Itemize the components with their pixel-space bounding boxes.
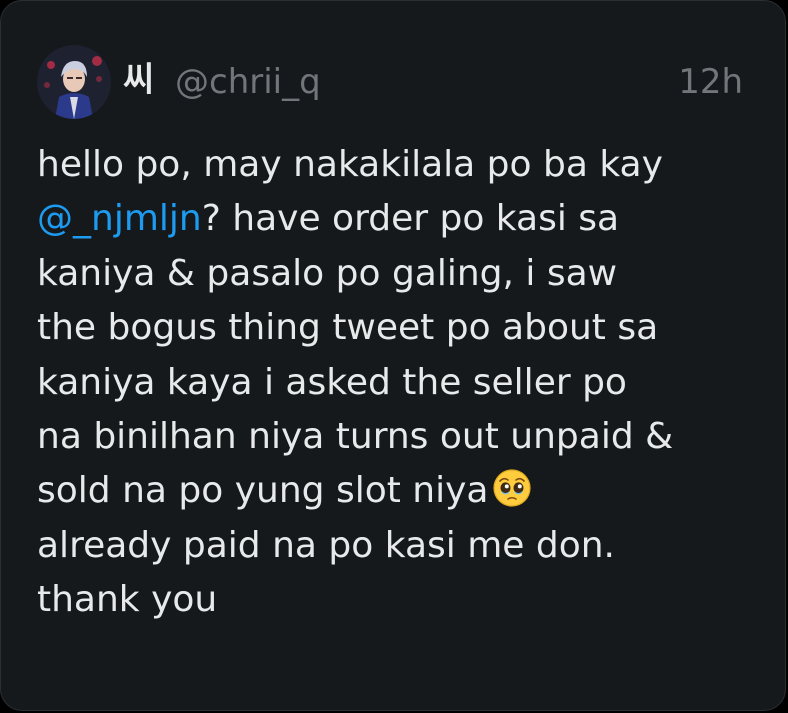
tweet-line: already paid na po kasi me don. — [37, 519, 757, 573]
user-handle[interactable]: @chrii_q — [175, 59, 321, 105]
tweet-line: thank you — [37, 573, 757, 627]
tweet-line: the bogus thing tweet po about sa — [37, 301, 757, 355]
tweet-text-segment: sold na po yung slot niya — [37, 470, 489, 512]
tweet-card[interactable]: 씨 @chrii_q 12h hello po, may nakakilala … — [0, 0, 786, 711]
tweet-line: na binilhan niya turns out unpaid & — [37, 410, 757, 464]
tweet-text-segment: na binilhan niya turns out unpaid & — [37, 415, 674, 457]
tweet-text-segment: kaniya kaya i asked the seller po — [37, 361, 627, 403]
tweet-text-segment: already paid na po kasi me don. — [37, 524, 616, 566]
tweet-line: kaniya kaya i asked the seller po — [37, 356, 757, 410]
display-name[interactable]: 씨 — [123, 57, 154, 103]
profile-photo-icon — [37, 45, 111, 119]
tweet-text-segment: the bogus thing tweet po about sa — [37, 307, 659, 349]
tweet-text-segment: hello po, may nakakilala po ba kay — [37, 144, 663, 185]
tweet-timestamp[interactable]: 12h — [678, 59, 743, 105]
pleading-face-emoji-icon — [493, 469, 532, 507]
tweet-text: hello po, may nakakilala po ba kay @_njm… — [37, 138, 757, 628]
tweet-text-segment: ? have order po kasi sa — [201, 198, 620, 240]
tweet-line: sold na po yung slot niya — [37, 464, 757, 518]
mention-link[interactable]: @_njmljn — [37, 198, 202, 239]
tweet-text-segment: kaniya & pasalo po galing, i saw — [37, 252, 618, 294]
tweet-line: kaniya & pasalo po galing, i saw — [37, 247, 757, 301]
tweet-text-segment: thank you — [37, 579, 218, 621]
avatar[interactable] — [37, 45, 111, 119]
tweet-line: @_njmljn? have order po kasi sa — [37, 192, 757, 246]
tweet-line: hello po, may nakakilala po ba kay — [37, 138, 757, 192]
tweet-header: 씨 @chrii_q 12h — [37, 45, 743, 121]
